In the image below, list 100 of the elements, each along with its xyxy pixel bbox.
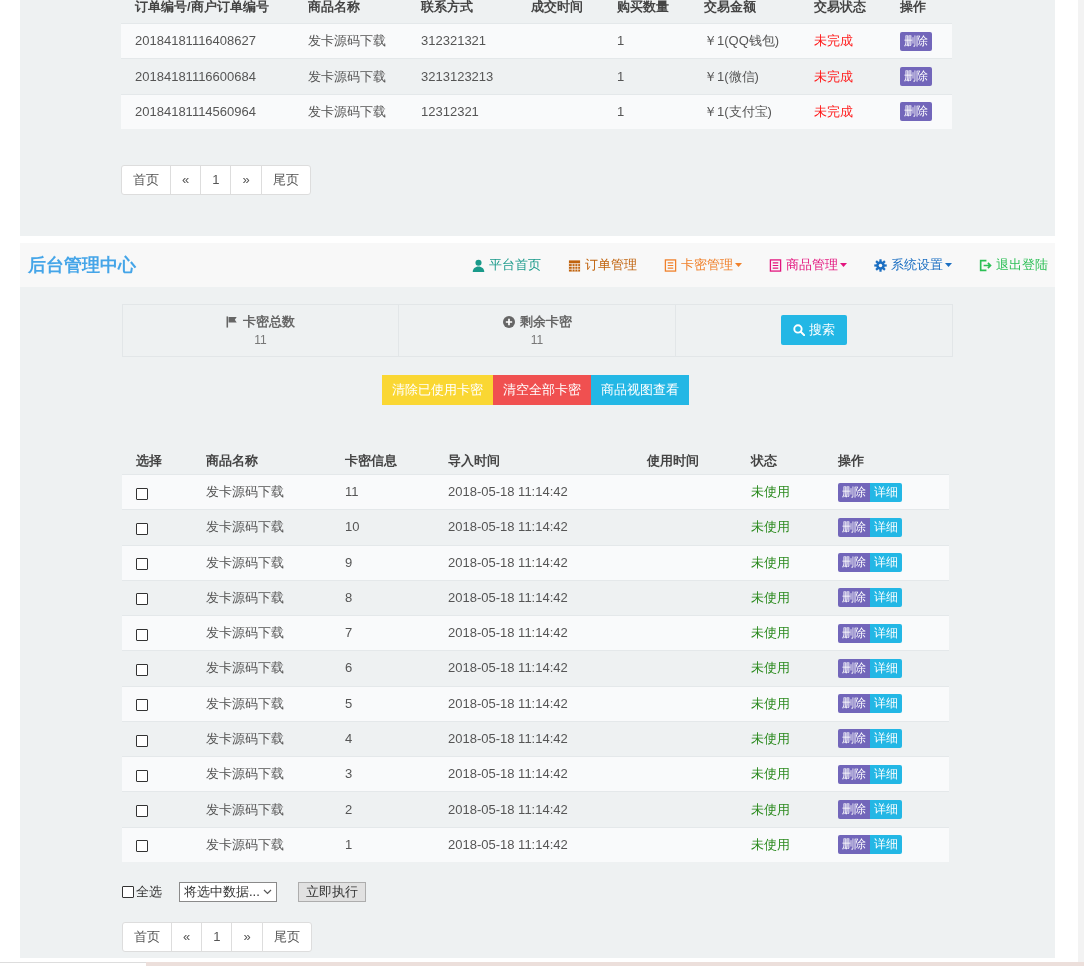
table-cell-text: 发卡源码下载 xyxy=(205,766,285,783)
delete-button[interactable]: 删除 xyxy=(900,102,932,122)
pagination-link[interactable]: « xyxy=(171,921,203,952)
table-cell-text: 发卡源码下载 xyxy=(205,625,285,642)
caret-icon xyxy=(945,263,952,267)
stat-label: 卡密总数 xyxy=(243,313,295,330)
pagination-link[interactable]: 首页 xyxy=(122,921,172,952)
delete-button[interactable]: 删除 xyxy=(838,588,870,608)
row-checkbox[interactable] xyxy=(136,487,148,500)
table-cell-text: 2018-05-18 11:14:42 xyxy=(447,625,569,642)
caret-icon xyxy=(735,263,742,267)
pagination-link[interactable]: » xyxy=(231,921,263,952)
column-header: 联系方式 xyxy=(420,0,474,14)
execute-button[interactable]: 立即执行 xyxy=(298,881,366,902)
status-cell-text: 未使用 xyxy=(750,660,791,677)
pagination-link[interactable]: » xyxy=(230,165,262,196)
caret-icon xyxy=(840,263,847,267)
column-header: 成交时间 xyxy=(530,0,584,14)
table-cell-text: 2018-05-18 11:14:42 xyxy=(447,660,569,677)
nav-link[interactable]: 卡密管理 xyxy=(664,256,742,274)
delete-button[interactable]: 删除 xyxy=(838,800,870,819)
bulk-action-select[interactable]: 将选中数据... xyxy=(179,881,277,902)
nav-link[interactable]: 商品管理 xyxy=(769,256,847,274)
delete-button[interactable]: 删除 xyxy=(838,694,870,714)
table-cell-text: 发卡源码下载 xyxy=(307,33,387,50)
row-checkbox[interactable] xyxy=(136,664,148,676)
chevron-down-icon xyxy=(263,888,272,895)
table-cell-text: 发卡源码下载 xyxy=(205,484,285,501)
table-cell-text: 2018-05-18 11:14:42 xyxy=(447,766,569,783)
delete-button[interactable]: 删除 xyxy=(838,764,870,784)
select-all-label: 全选 xyxy=(136,882,162,901)
gear-icon xyxy=(874,258,887,272)
column-header: 订单编号/商户订单编号 xyxy=(134,0,270,14)
list-icon xyxy=(769,258,782,272)
table-cell-text: 发卡源码下载 xyxy=(205,554,285,571)
user-icon xyxy=(472,258,485,272)
nav-link[interactable]: 系统设置 xyxy=(874,256,952,274)
status-cell-text: 未使用 xyxy=(750,589,791,606)
table-cell-text: 发卡源码下载 xyxy=(205,660,285,677)
table-cell-text: 9 xyxy=(344,554,354,571)
clear-all-button[interactable]: 清空全部卡密 xyxy=(493,375,591,405)
column-header: 交易状态 xyxy=(813,0,867,14)
table-cell-text: 发卡源码下载 xyxy=(205,589,285,606)
delete-button[interactable]: 删除 xyxy=(838,835,870,855)
delete-button[interactable]: 删除 xyxy=(838,658,870,678)
delete-button[interactable]: 删除 xyxy=(900,67,932,87)
column-header: 卡密信息 xyxy=(344,453,398,468)
table-cell-text: 312321321 xyxy=(420,33,488,50)
nav-link[interactable]: 订单管理 xyxy=(568,256,637,274)
row-checkbox[interactable] xyxy=(136,522,148,535)
table-cell-text: 1 xyxy=(344,836,354,853)
table-cell-text: 2018-05-18 11:14:42 xyxy=(447,801,569,818)
pagination-link[interactable]: 尾页 xyxy=(261,921,312,952)
column-header: 状态 xyxy=(749,453,778,468)
table-cell-text: 发卡源码下载 xyxy=(205,731,285,747)
pagination-link[interactable]: 1 xyxy=(201,921,233,952)
row-checkbox[interactable] xyxy=(136,734,148,747)
table-cell-text: 1 xyxy=(616,68,626,85)
status-cell-text: 未完成 xyxy=(813,103,854,120)
column-header: 商品名称 xyxy=(205,453,259,468)
plus-circle-icon xyxy=(502,315,515,328)
row-checkbox[interactable] xyxy=(136,558,148,571)
status-cell-text: 未使用 xyxy=(750,766,791,783)
calendar-icon xyxy=(568,258,581,272)
row-checkbox[interactable] xyxy=(136,593,148,606)
delete-button[interactable]: 删除 xyxy=(838,553,870,573)
delete-button[interactable]: 删除 xyxy=(838,517,870,537)
pagination-link[interactable]: 首页 xyxy=(121,165,171,196)
status-cell-text: 未使用 xyxy=(750,484,791,501)
row-checkbox[interactable] xyxy=(136,628,148,641)
table-cell-text: 发卡源码下载 xyxy=(205,695,285,712)
column-header: 商品名称 xyxy=(307,0,361,14)
nav-link[interactable]: 平台首页 xyxy=(472,256,541,274)
table-cell-text: 2018-05-18 11:14:42 xyxy=(447,589,569,606)
pagination-link[interactable]: 1 xyxy=(200,165,232,196)
table-cell-text: 3 xyxy=(344,766,354,783)
delete-button[interactable]: 删除 xyxy=(838,729,870,749)
status-cell-text: 未使用 xyxy=(750,625,791,642)
table-cell-text: 10 xyxy=(344,519,361,536)
row-checkbox[interactable] xyxy=(136,699,148,712)
delete-button[interactable]: 删除 xyxy=(838,482,870,502)
row-checkbox[interactable] xyxy=(136,769,148,782)
delete-button[interactable]: 删除 xyxy=(838,623,870,643)
table-cell-text: 2 xyxy=(344,801,354,818)
table-cell-text: 1 xyxy=(616,103,626,120)
pagination-link[interactable]: 尾页 xyxy=(260,165,311,196)
table-cell-text: ￥1(微信) xyxy=(703,68,760,85)
pagination-link[interactable]: « xyxy=(170,165,202,196)
row-checkbox[interactable] xyxy=(136,840,148,853)
row-checkbox[interactable] xyxy=(136,805,148,818)
status-cell-text: 未使用 xyxy=(750,554,791,571)
flag-icon xyxy=(226,315,238,328)
search-icon xyxy=(793,323,805,336)
table-cell-text: 1 xyxy=(616,33,626,50)
table-cell-text: 7 xyxy=(344,625,354,642)
table-cell-text: ￥1(QQ钱包) xyxy=(703,33,781,50)
brand-title[interactable]: 后台管理中心 xyxy=(28,253,136,277)
table-cell-text: 20184181116408627 xyxy=(134,33,257,50)
select-all-checkbox[interactable] xyxy=(122,885,134,898)
delete-button[interactable]: 删除 xyxy=(900,31,932,51)
